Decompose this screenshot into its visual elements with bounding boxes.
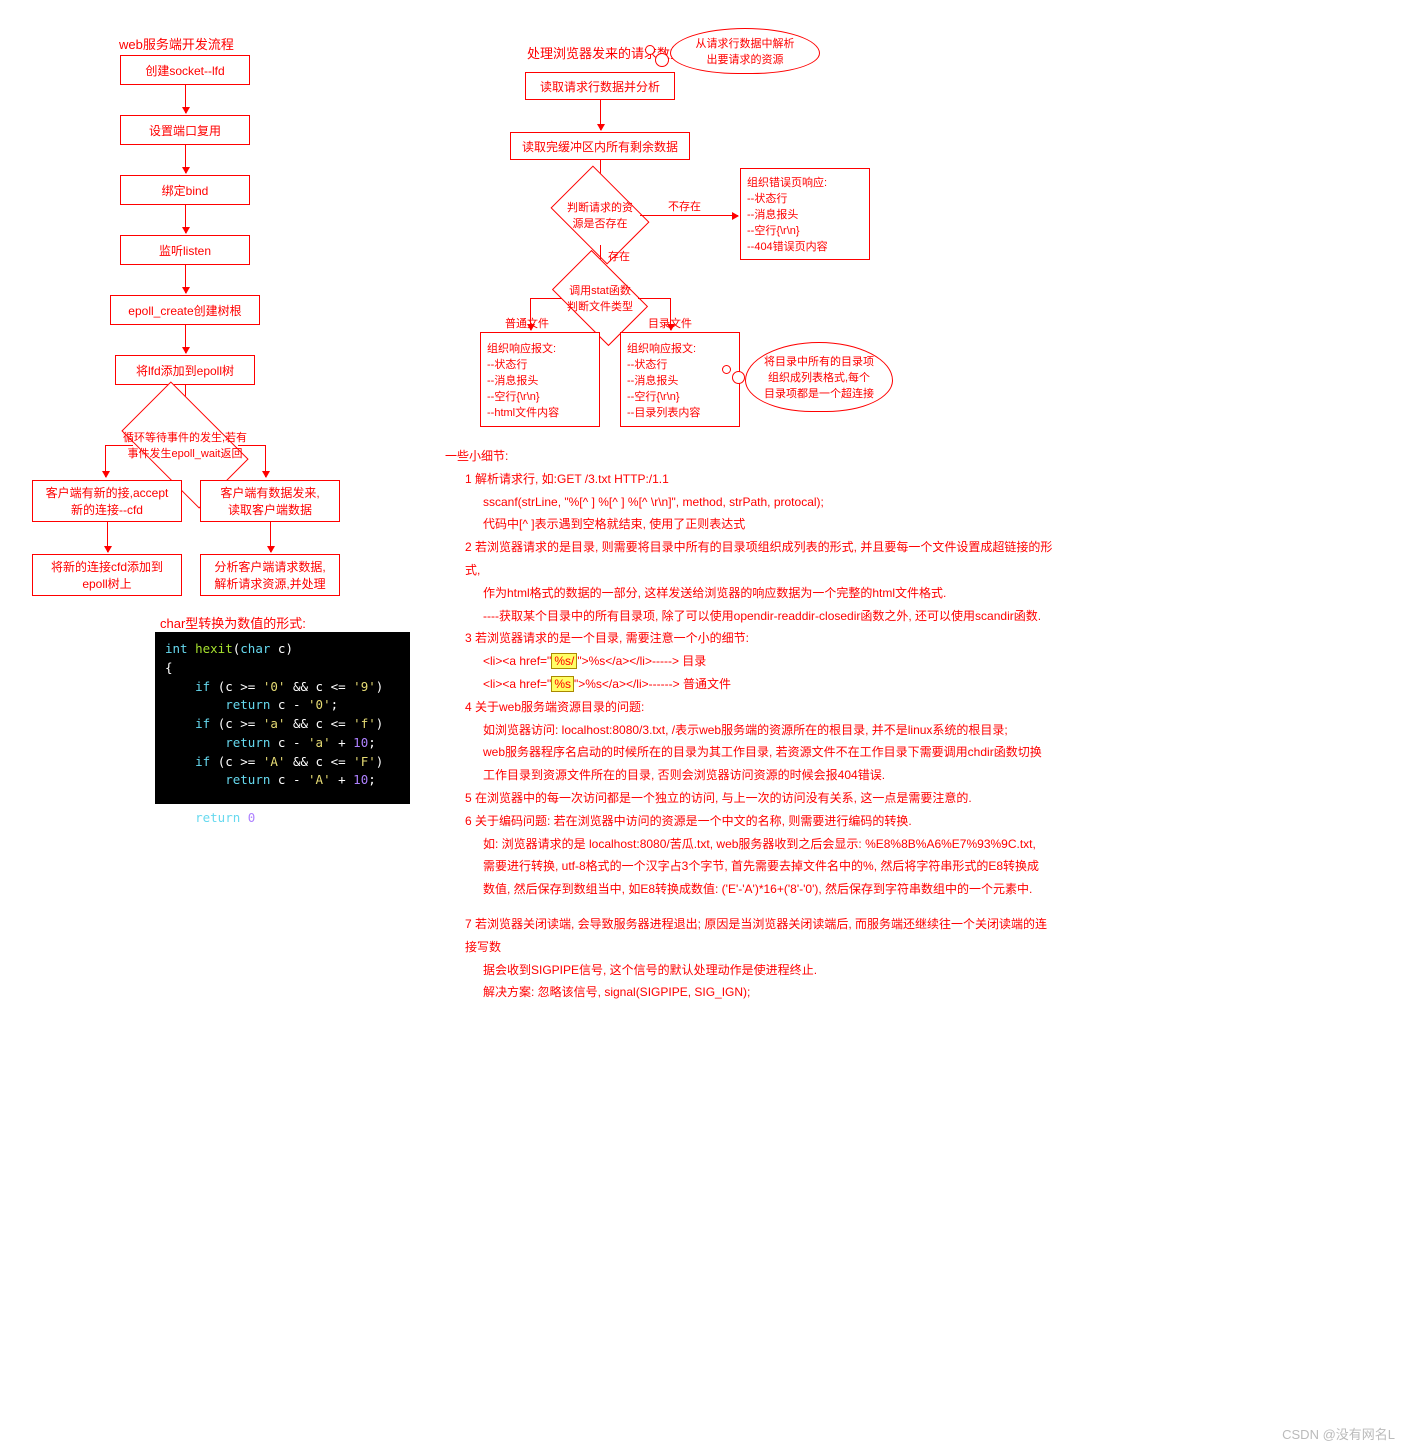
diamond-exists: 判断请求的资 源是否存在 bbox=[560, 185, 640, 245]
branch-accept: 客户端有新的接,accept 新的连接--cfd bbox=[32, 480, 182, 522]
step-read-line: 读取请求行数据并分析 bbox=[525, 72, 675, 100]
arrow bbox=[270, 522, 271, 552]
step-reuse: 设置端口复用 bbox=[120, 115, 250, 145]
arrow-not-exist bbox=[640, 215, 738, 216]
label-dir: 目录文件 bbox=[648, 315, 692, 331]
loop-diamond: 循环等待事件的发生,若有 事件发生epoll_wait返回 bbox=[130, 410, 240, 480]
step-socket: 创建socket--lfd bbox=[120, 55, 250, 85]
line bbox=[638, 298, 670, 299]
arrow bbox=[185, 145, 186, 173]
arrow bbox=[185, 325, 186, 353]
step-listen: 监听listen bbox=[120, 235, 250, 265]
arrow bbox=[107, 522, 108, 552]
arrow bbox=[185, 265, 186, 293]
arrow bbox=[185, 85, 186, 113]
watermark: CSDN @没有网名L bbox=[1282, 1424, 1395, 1443]
branch-addcfd: 将新的连接cfd添加到 epoll树上 bbox=[32, 554, 182, 596]
arrow bbox=[600, 100, 601, 130]
step-add-lfd: 将lfd添加到epoll树 bbox=[115, 355, 255, 385]
step-bind: 绑定bind bbox=[120, 175, 250, 205]
cloud-parse: 从请求行数据中解析 出要请求的资源 bbox=[670, 28, 820, 74]
label-exist: 存在 bbox=[608, 248, 630, 264]
left-title: web服务端开发流程 bbox=[119, 34, 234, 53]
notes-block: 一些小细节: 1 解析请求行, 如:GET /3.txt HTTP:/1.1 s… bbox=[445, 445, 1055, 1004]
error-box: 组织错误页响应: --状态行 --消息报头 --空行{\r\n} --404错误… bbox=[740, 168, 870, 260]
file-box: 组织响应报文: --状态行 --消息报头 --空行{\r\n} --html文件… bbox=[480, 332, 600, 427]
branch-read: 客户端有数据发来, 读取客户端数据 bbox=[200, 480, 340, 522]
step-read-rest: 读取完缓冲区内所有剩余数据 bbox=[510, 132, 690, 160]
arrow bbox=[185, 205, 186, 233]
diamond-stat: 调用stat函数 判断文件类型 bbox=[560, 270, 640, 326]
label-not-exist: 不存在 bbox=[668, 198, 701, 214]
dir-box: 组织响应报文: --状态行 --消息报头 --空行{\r\n} --目录列表内容 bbox=[620, 332, 740, 427]
code-title: char型转换为数值的形式: bbox=[160, 613, 306, 632]
arrow bbox=[265, 445, 266, 477]
label-file: 普通文件 bbox=[505, 315, 549, 331]
step-epoll-create: epoll_create创建树根 bbox=[110, 295, 260, 325]
cloud-dir: 将目录中所有的目录项 组织成列表格式,每个 目录项都是一个超连接 bbox=[745, 342, 893, 412]
line bbox=[530, 298, 562, 299]
code-block: int hexit(char c) { if (c >= '0' && c <=… bbox=[155, 632, 410, 804]
arrow bbox=[105, 445, 106, 477]
branch-parse: 分析客户端请求数据, 解析请求资源,并处理 bbox=[200, 554, 340, 596]
notes-header: 一些小细节: bbox=[445, 445, 1055, 468]
